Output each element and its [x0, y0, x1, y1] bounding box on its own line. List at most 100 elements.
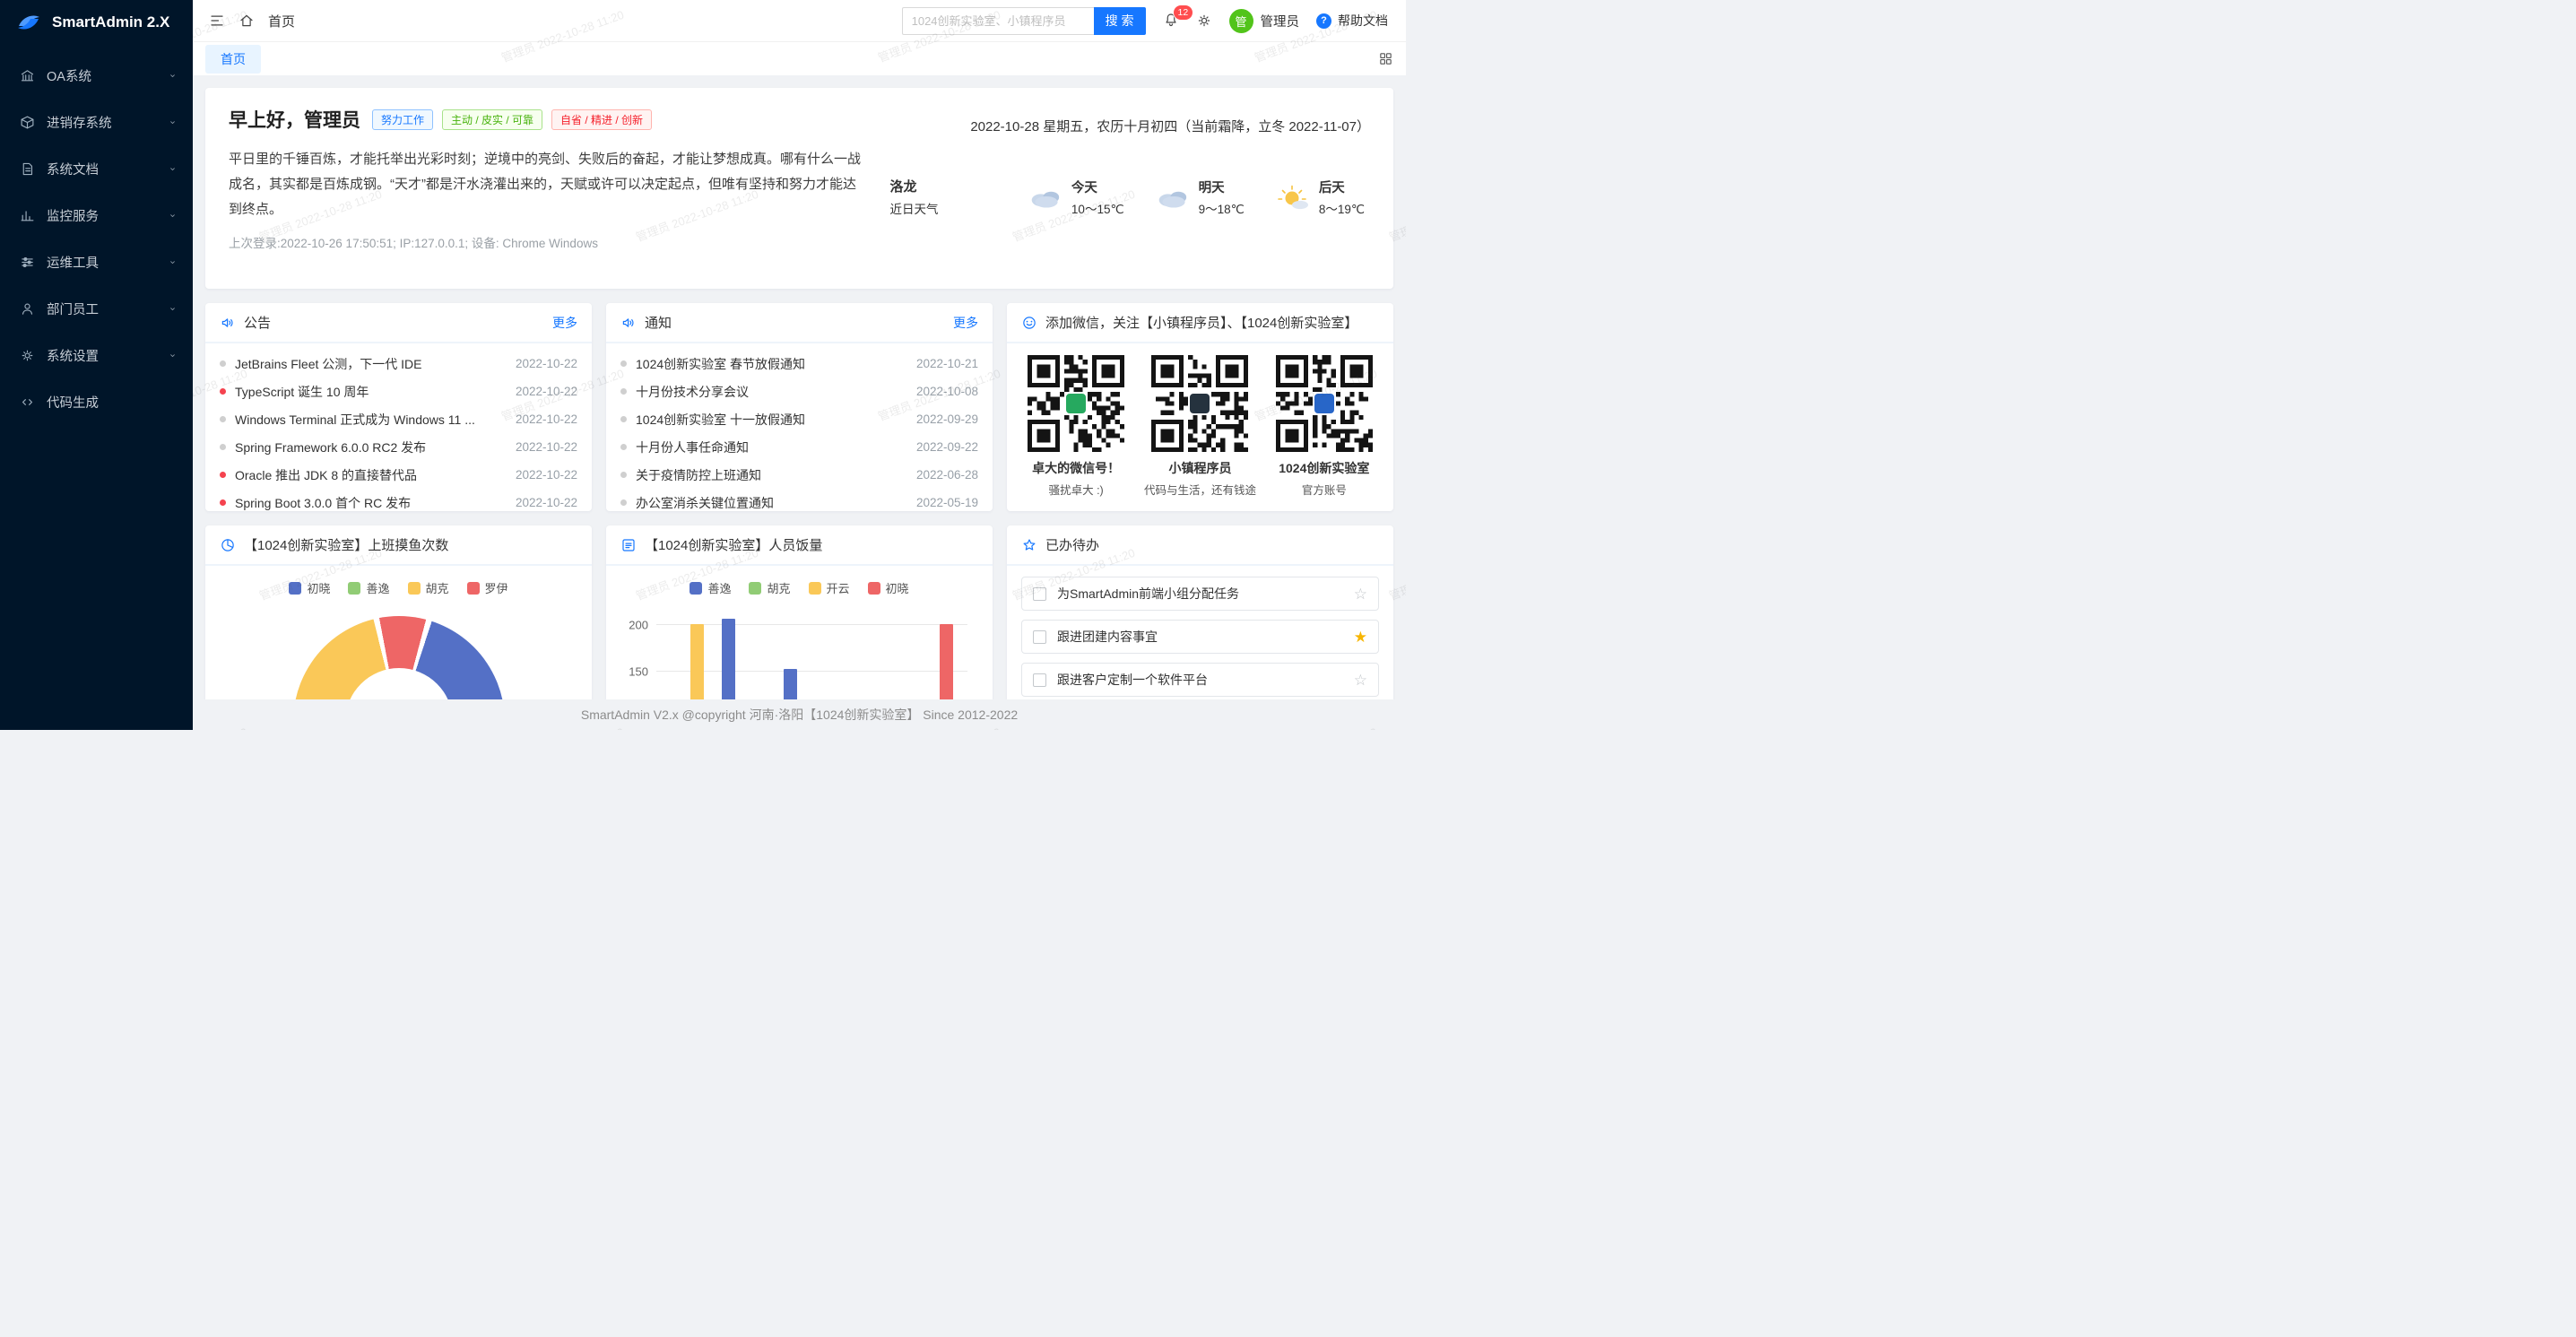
announcement-item[interactable]: Spring Boot 3.0.0 首个 RC 发布 2022-10-22	[205, 489, 592, 511]
weather-day: 后天 8～19℃	[1275, 178, 1365, 217]
weather-city: 洛龙 近日天气	[890, 177, 939, 217]
todo-item[interactable]: 跟进客户定制一个软件平台 ☆	[1021, 663, 1379, 697]
notice-item-date: 2022-10-08	[916, 385, 978, 398]
greeting-tag: 努力工作	[372, 109, 433, 130]
announcement-item[interactable]: Oracle 推出 JDK 8 的直接替代品 2022-10-22	[205, 461, 592, 489]
avatar[interactable]: 管	[1229, 9, 1253, 33]
notifications-button[interactable]: 12	[1163, 12, 1179, 30]
home-icon[interactable]	[239, 13, 255, 29]
todo-title: 已办待办	[1045, 535, 1099, 554]
question-circle-icon: ?	[1316, 13, 1331, 29]
legend-item[interactable]: 胡克	[408, 579, 449, 596]
bullet-dot	[620, 388, 627, 395]
todo-star-icon[interactable]: ☆	[1354, 673, 1367, 688]
announcement-item[interactable]: Spring Framework 6.0.0 RC2 发布 2022-10-22	[205, 433, 592, 461]
announcement-item[interactable]: JetBrains Fleet 公测，下一代 IDE 2022-10-22	[205, 350, 592, 378]
gear-icon[interactable]	[1196, 13, 1212, 29]
sidebar-item[interactable]: OA系统	[0, 52, 193, 99]
app-title: SmartAdmin 2.X	[52, 13, 169, 31]
legend-item[interactable]: 善逸	[690, 579, 731, 596]
sidebar-item[interactable]: 进销存系统	[0, 99, 193, 145]
weather-day-label: 今天	[1071, 178, 1124, 196]
notice-item[interactable]: 十月份人事任命通知 2022-09-22	[606, 433, 993, 461]
legend-item[interactable]: 罗伊	[467, 579, 508, 596]
todo-checkbox[interactable]	[1033, 630, 1046, 644]
notice-item-date: 2022-06-28	[916, 468, 978, 482]
notice-item[interactable]: 1024创新实验室 春节放假通知 2022-10-21	[606, 350, 993, 378]
fishing-donut	[293, 616, 505, 699]
announcement-item-date: 2022-10-22	[516, 496, 577, 509]
qr-center-badge	[1064, 392, 1088, 415]
grid-layout-icon[interactable]	[1378, 51, 1393, 66]
legend-item[interactable]: 初晓	[289, 579, 330, 596]
weather-day-temp: 9～18℃	[1199, 199, 1245, 217]
wechat-card: 添加微信，关注【小镇程序员】、【1024创新实验室】 卓大的微信号！ 骚扰卓大 …	[1007, 303, 1393, 511]
user-menu[interactable]: 管 管理员	[1229, 9, 1300, 33]
menu-fold-icon[interactable]	[209, 13, 225, 29]
help-docs-link[interactable]: ? 帮助文档	[1316, 12, 1388, 30]
chevron-down-icon	[167, 117, 178, 128]
bullet-dot	[220, 360, 226, 367]
todo-star-icon[interactable]: ☆	[1354, 586, 1367, 602]
legend-label: 善逸	[366, 579, 389, 596]
weather-day-label: 明天	[1199, 178, 1245, 196]
pie-chart-icon	[220, 537, 236, 553]
bar-善逸	[784, 669, 797, 699]
chevron-down-icon	[167, 70, 178, 82]
legend-item[interactable]: 善逸	[348, 579, 389, 596]
notice-item[interactable]: 十月份技术分享会议 2022-10-08	[606, 378, 993, 405]
meal-bar-plot: 200150	[656, 614, 967, 699]
sidebar-item[interactable]: 代码生成	[0, 378, 193, 425]
search-input[interactable]	[902, 7, 1094, 35]
notice-item[interactable]: 1024创新实验室 十一放假通知 2022-09-29	[606, 405, 993, 433]
topbar: 首页 搜 索 12 管 管理员 ? 帮助文档	[193, 0, 1406, 41]
todo-checkbox[interactable]	[1033, 673, 1046, 687]
todo-star-icon[interactable]: ★	[1354, 629, 1367, 645]
weather-icon	[1155, 184, 1193, 211]
todo-item[interactable]: 跟进团建内容事宜 ★	[1021, 620, 1379, 654]
weather-day: 明天 9～18℃	[1155, 178, 1245, 217]
legend-item[interactable]: 初晓	[868, 579, 909, 596]
sidebar-item[interactable]: 系统设置	[0, 332, 193, 378]
notice-item[interactable]: 关于疫情防控上班通知 2022-06-28	[606, 461, 993, 489]
notice-more-link[interactable]: 更多	[953, 314, 978, 332]
breadcrumb[interactable]: 首页	[268, 12, 295, 30]
bullet-dot	[220, 499, 226, 506]
legend-item[interactable]: 开云	[809, 579, 850, 596]
legend-swatch	[467, 582, 480, 595]
tab-home[interactable]: 首页	[205, 45, 261, 74]
chevron-down-icon	[167, 210, 178, 221]
search-button[interactable]: 搜 索	[1094, 7, 1146, 35]
notice-item[interactable]: 办公室消杀关键位置通知 2022-05-19	[606, 489, 993, 511]
app-root: SmartAdmin 2.X OA系统 进销存系统 系统文档	[0, 0, 1406, 730]
sidebar-item[interactable]: 部门员工	[0, 285, 193, 332]
sidebar-item-label: 运维工具	[47, 253, 155, 272]
todo-item[interactable]: 为SmartAdmin前端小组分配任务 ☆	[1021, 577, 1379, 611]
todo-checkbox[interactable]	[1033, 587, 1046, 601]
sidebar-item[interactable]: 系统文档	[0, 145, 193, 192]
todo-item-text: 跟进团建内容事宜	[1057, 628, 1354, 646]
legend-label: 开云	[827, 579, 850, 596]
bullet-dot	[620, 472, 627, 478]
sidebar-item-label: 系统文档	[47, 160, 155, 178]
greeting-title: 早上好，管理员	[229, 106, 360, 133]
legend-swatch	[289, 582, 301, 595]
notice-title: 通知	[645, 313, 672, 332]
greeting-tags: 努力工作 主动 / 皮实 / 可靠 自省 / 精进 / 创新	[372, 109, 652, 130]
chevron-down-icon	[167, 256, 178, 268]
last-login-info: 上次登录:2022-10-26 17:50:51; IP:127.0.0.1; …	[229, 233, 865, 251]
footer: SmartAdmin V2.x @copyright 河南·洛阳【1024创新实…	[193, 699, 1406, 730]
speaker-icon	[220, 315, 236, 331]
sidebar-item[interactable]: 监控服务	[0, 192, 193, 239]
meal-chart-card: 【1024创新实验室】人员饭量 善逸 胡克	[606, 525, 993, 699]
legend-item[interactable]: 胡克	[749, 579, 790, 596]
notification-badge: 12	[1173, 4, 1194, 22]
announcement-item[interactable]: Windows Terminal 正式成为 Windows 11 ... 202…	[205, 405, 592, 433]
announcement-more-link[interactable]: 更多	[552, 314, 577, 332]
main-content: 早上好，管理员 努力工作 主动 / 皮实 / 可靠 自省 / 精进 / 创新 平…	[193, 75, 1406, 699]
tabbar: 首页	[193, 41, 1406, 75]
announcement-item[interactable]: TypeScript 诞生 10 周年 2022-10-22	[205, 378, 592, 405]
todo-item-text: 跟进客户定制一个软件平台	[1057, 671, 1354, 689]
sidebar-item[interactable]: 运维工具	[0, 239, 193, 285]
date-line: 2022-10-28 星期五，农历十月初四（当前霜降，立冬 2022-11-07…	[889, 117, 1371, 135]
